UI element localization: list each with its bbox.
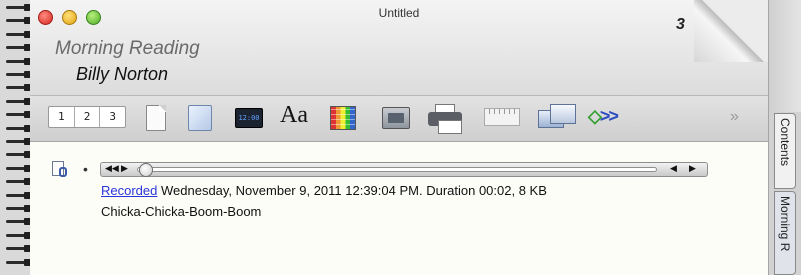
audio-clip-icon[interactable] [51, 161, 69, 179]
clock-icon[interactable]: 12:00 [235, 108, 263, 128]
spiral-ring [6, 218, 32, 226]
toolbar-overflow-chevron-icon[interactable]: » [730, 108, 739, 126]
spiral-ring [6, 84, 32, 92]
volume-icon[interactable]: ◀◀ [105, 163, 119, 176]
side-panel: Contents Morning R [768, 0, 801, 275]
spiral-ring [6, 44, 32, 52]
spiral-ring [6, 178, 32, 186]
spiral-ring [6, 191, 32, 199]
print-icon[interactable] [428, 104, 462, 134]
entry-bullet: • [83, 161, 88, 177]
spiral-ring [6, 30, 32, 38]
print-paper-out [438, 120, 462, 134]
spiral-ring [6, 97, 32, 105]
recording-info: Recorded Wednesday, November 9, 2011 12:… [101, 183, 547, 198]
recorded-link[interactable]: Recorded [101, 183, 157, 198]
color-palette-icon[interactable] [330, 106, 356, 130]
page-content[interactable]: • ◀◀ ▶ ◀ ▶ Recorded Wednesday, November … [30, 142, 768, 275]
tab-morning-reading[interactable]: Morning R [774, 191, 796, 275]
play-button[interactable]: ▶ [121, 163, 128, 176]
page-number: 3 [676, 16, 685, 33]
screens-icon[interactable] [538, 104, 576, 130]
spiral-ring [6, 164, 32, 172]
spiral-ring [6, 71, 32, 78]
toolbar: 1 2 3 12:00 Aa ◇>> » [30, 96, 768, 142]
spiral-ring [6, 258, 32, 266]
side-panel-top [769, 0, 801, 112]
tab-contents-label: Contents [778, 118, 792, 167]
spiral-ring [6, 151, 32, 159]
tab-contents[interactable]: Contents [774, 113, 796, 189]
recording-details: Wednesday, November 9, 2011 12:39:04 PM.… [157, 183, 547, 198]
playback-track[interactable] [137, 167, 657, 172]
arrow-icon[interactable]: ◇>> [588, 106, 619, 134]
fast-forward-button[interactable]: ▶ [689, 163, 696, 176]
spiral-ring [6, 17, 32, 25]
page-curl-corner[interactable] [694, 0, 768, 62]
page-icon[interactable] [146, 105, 166, 131]
title-bar: Untitled 3 Morning Reading Billy Norton [30, 0, 768, 96]
audio-player: ◀◀ ▶ ◀ ▶ [100, 162, 708, 177]
window-title: Untitled [378, 6, 420, 20]
ruler-icon[interactable] [484, 108, 520, 126]
spiral-ring [6, 111, 32, 119]
notebook-author[interactable]: Billy Norton [76, 64, 168, 85]
spiral-ring [6, 205, 32, 212]
notebook-window: Untitled 3 Morning Reading Billy Norton … [30, 0, 768, 275]
spiral-ring [6, 245, 32, 253]
font-icon[interactable]: Aa [280, 102, 308, 130]
spiral-ring [6, 124, 32, 132]
spiral-ring [6, 138, 32, 145]
pages-icon[interactable] [188, 105, 212, 131]
rewind-button[interactable]: ◀ [670, 163, 677, 176]
number-3[interactable]: 3 [100, 107, 125, 127]
spiral-ring [6, 4, 32, 11]
numbering-button[interactable]: 1 2 3 [48, 106, 126, 128]
number-2[interactable]: 2 [75, 107, 101, 127]
clip-title[interactable]: Chicka-Chicka-Boom-Boom [101, 204, 261, 219]
tab-morning-reading-label: Morning R [778, 196, 792, 252]
screen-front [550, 104, 576, 124]
number-1[interactable]: 1 [49, 107, 75, 127]
spiral-ring [6, 57, 32, 65]
notebook-title[interactable]: Morning Reading [55, 38, 200, 60]
media-icon[interactable] [382, 107, 410, 129]
playback-scrubber[interactable] [139, 163, 153, 177]
spiral-ring [6, 231, 32, 239]
